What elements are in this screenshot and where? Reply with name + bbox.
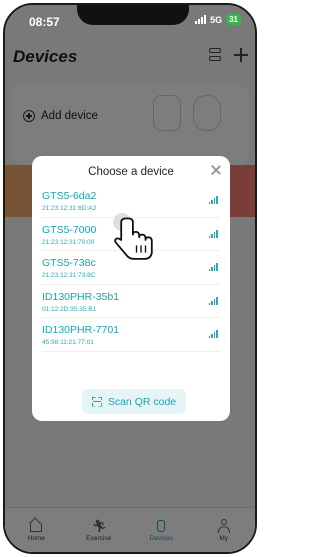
qr-scan-icon (92, 397, 102, 407)
device-name: ID130PHR-7701 (42, 324, 120, 336)
network-type: 5G (210, 14, 223, 25)
device-mac: 21:23:12:31:6D:A2 (42, 205, 97, 212)
device-mac: 45:98:11:21:77:01 (42, 339, 94, 346)
device-row[interactable]: ID130PHR-35b1 01:12:2D:35:35:B1 (42, 285, 220, 318)
device-row[interactable]: ID130PHR-7701 45:98:11:21:77:01 (42, 318, 220, 352)
device-name: GTS5-738c (42, 257, 96, 269)
device-name: GTS5-7000 (42, 223, 97, 236)
camera-notch (77, 5, 189, 25)
device-mac: 01:12:2D:35:35:B1 (42, 305, 97, 313)
signal-strength-icon (208, 229, 218, 238)
tap-hand-icon (113, 213, 153, 260)
dialog-title: Choose a device (88, 166, 174, 178)
signal-strength-icon (208, 263, 218, 271)
status-time: 08:57 (29, 15, 60, 29)
status-indicators: 5G 31 (195, 14, 241, 25)
battery-indicator: 31 (226, 14, 241, 25)
choose-device-dialog: Choose a device GTS5-6da2 21:23:12:31:6D… (32, 156, 230, 421)
phone-screen: 08:57 5G 31 Devices Add device (3, 3, 257, 554)
scan-qr-button[interactable]: Scan QR code (82, 389, 186, 414)
device-frame: 08:57 5G 31 Devices Add device (0, 0, 260, 557)
signal-strength-icon (208, 330, 218, 338)
device-name: ID130PHR-35b1 (42, 290, 120, 303)
signal-strength-icon (208, 196, 218, 204)
device-mac: 21:23:12:31:70:00 (42, 238, 95, 246)
device-mac: 21:23:12:31:73:8C (42, 272, 96, 279)
scan-qr-label: Scan QR code (107, 395, 177, 408)
signal-strength-icon (208, 296, 218, 305)
close-icon[interactable] (210, 164, 222, 176)
device-name: GTS5-6da2 (42, 190, 97, 202)
cellular-signal-icon (195, 15, 207, 24)
